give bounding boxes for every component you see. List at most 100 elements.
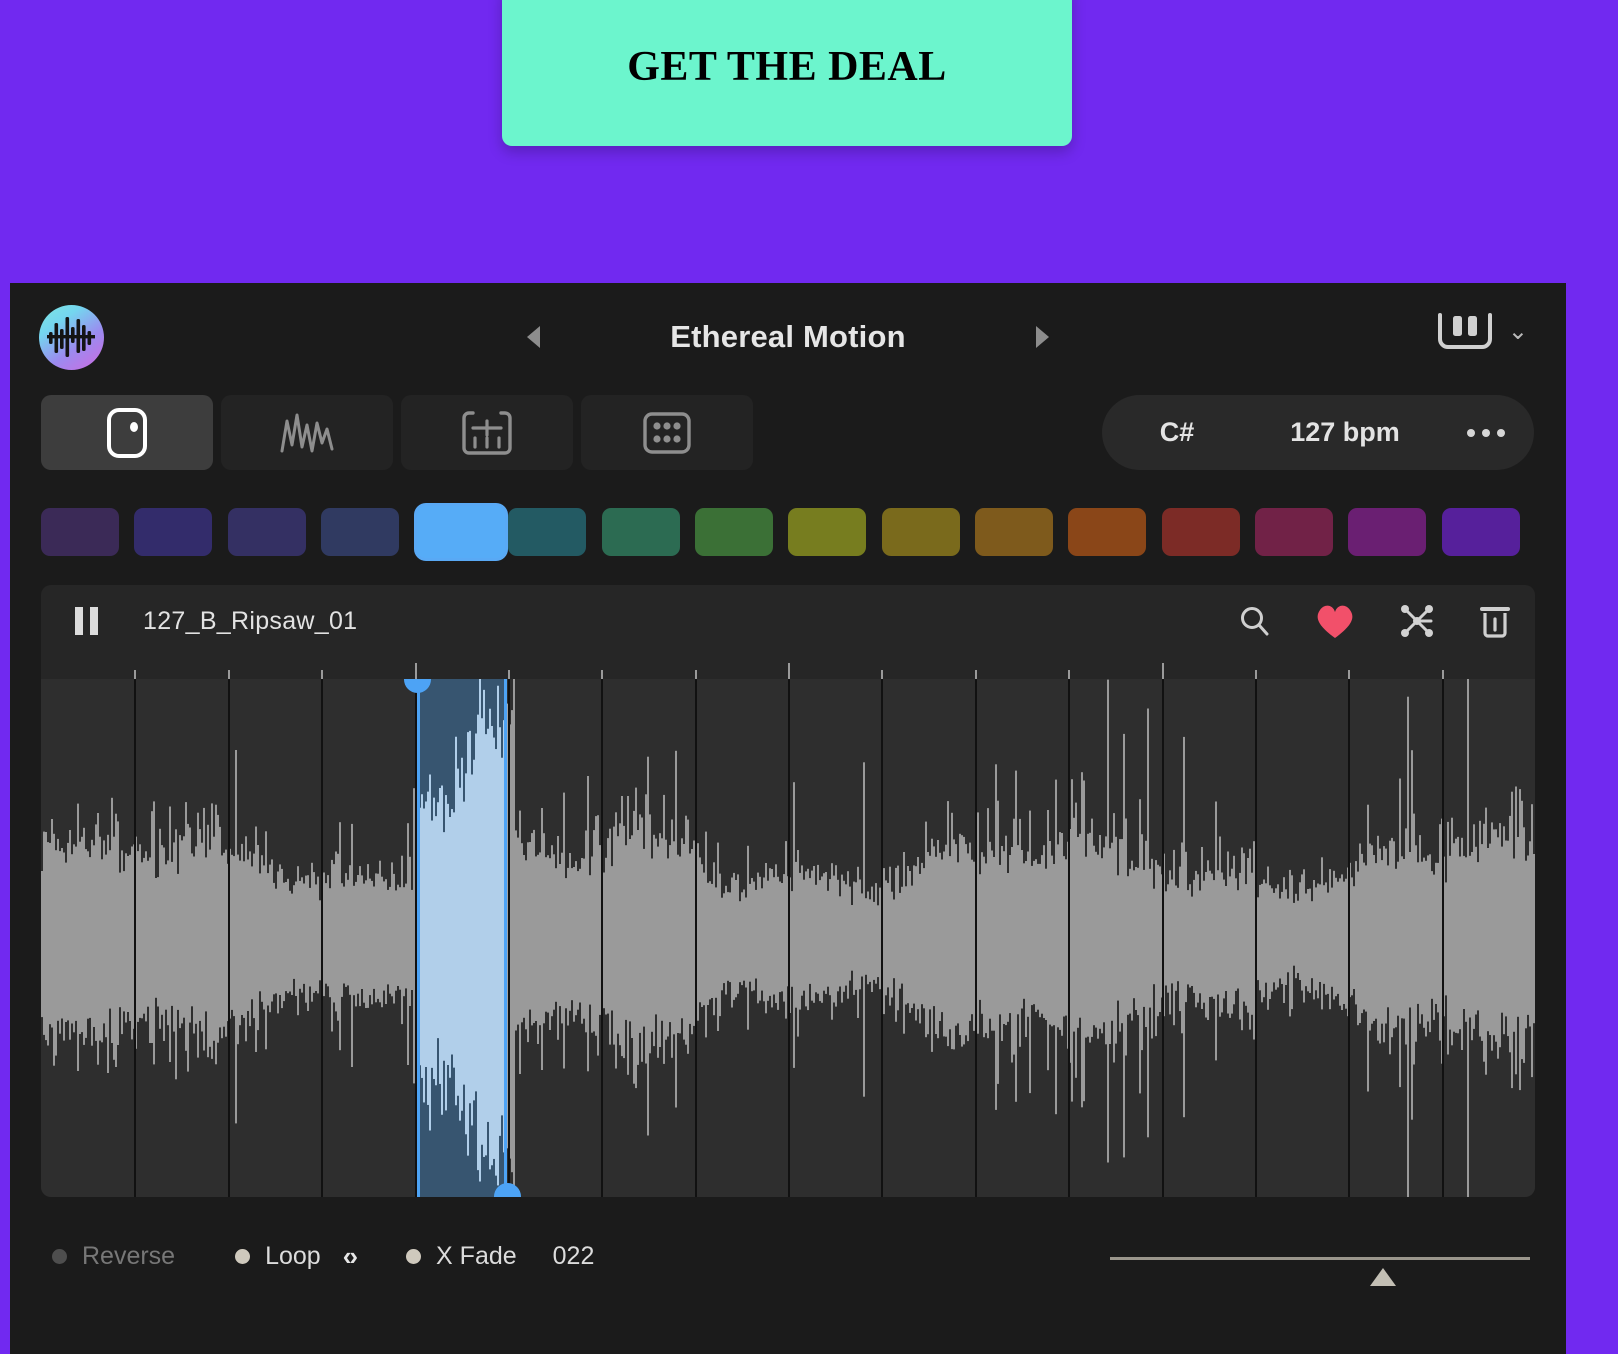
swatch-slot-14[interactable]: [1348, 503, 1441, 561]
dot-1: [1467, 428, 1475, 437]
ruler-tick-11: [1068, 670, 1071, 679]
get-the-deal-button[interactable]: GET THE DEAL: [502, 0, 1072, 146]
search-icon[interactable]: [1237, 603, 1273, 639]
pad-swatch-10[interactable]: [974, 508, 1053, 556]
pad-swatch-1[interactable]: [134, 508, 213, 556]
swatch-slot-13[interactable]: [1254, 503, 1348, 561]
pad-swatch-4[interactable]: [414, 503, 509, 561]
preset-navigator: Ethereal Motion: [10, 305, 1566, 369]
more-options-button[interactable]: [1438, 428, 1534, 437]
tab-mixer[interactable]: [401, 395, 573, 470]
reverse-status-dot: [52, 1249, 67, 1264]
pad-swatch-8[interactable]: [788, 508, 867, 556]
grid-line-12: [1161, 679, 1164, 1197]
grid-line-6: [601, 679, 604, 1197]
ruler-tick-8: [788, 663, 790, 679]
pause-icon[interactable]: [75, 607, 101, 635]
ruler-tick-13: [1254, 670, 1257, 679]
pad-swatch-12[interactable]: [1161, 508, 1240, 556]
x-fade-value[interactable]: 022: [553, 1242, 595, 1271]
sampler-app-window: Ethereal Motion ⌄ C# 127 bpm 127_B_Ripsa…: [10, 283, 1566, 1354]
pad-swatch-9[interactable]: [881, 508, 960, 556]
key-value[interactable]: C#: [1102, 417, 1252, 448]
x-fade-status-dot: [406, 1249, 422, 1264]
swatch-slot-8[interactable]: [788, 503, 881, 561]
dot-2: [1482, 428, 1490, 437]
pad-swatch-13[interactable]: [1254, 508, 1333, 556]
pause-bar-left: [75, 607, 83, 635]
pad-swatch-11[interactable]: [1068, 508, 1147, 556]
sample-toggles: Reverse Loop ‹› X Fade 022: [52, 1241, 594, 1272]
grid-line-13: [1254, 679, 1257, 1197]
keyboard-view-button[interactable]: ⌄: [1436, 311, 1528, 353]
ruler-tick-12: [1161, 663, 1164, 679]
reverse-label: Reverse: [82, 1242, 176, 1270]
swatch-slot-2[interactable]: [227, 503, 321, 561]
swatch-slot-0[interactable]: [41, 503, 134, 561]
shuffle-nodes-icon[interactable]: [1397, 601, 1437, 641]
zoom-slider-marker[interactable]: [1370, 1268, 1396, 1286]
swatch-slot-9[interactable]: [881, 503, 975, 561]
next-preset-button[interactable]: [1026, 317, 1060, 357]
grid-line-7: [694, 679, 697, 1197]
grid-line-3: [321, 679, 324, 1197]
pause-bar-right: [90, 607, 98, 635]
swatch-slot-11[interactable]: [1068, 503, 1161, 561]
grid-line-2: [227, 679, 230, 1197]
ruler-tick-3: [321, 670, 324, 679]
mixer-faders-icon: [462, 410, 512, 455]
pad-swatch-5[interactable]: [508, 508, 587, 556]
swatch-slot-10[interactable]: [974, 503, 1068, 561]
pad-swatch-7[interactable]: [694, 508, 773, 556]
waveform-display[interactable]: [41, 679, 1535, 1197]
reverse-toggle[interactable]: Reverse: [52, 1242, 175, 1271]
key-bpm-pill[interactable]: C# 127 bpm: [1102, 395, 1534, 470]
zoom-slider-track[interactable]: [1110, 1257, 1530, 1260]
promo-banner: GET THE DEAL: [0, 0, 1618, 283]
tab-waveform[interactable]: [221, 395, 393, 470]
swatch-slot-5[interactable]: [508, 503, 601, 561]
swatch-slot-6[interactable]: [601, 503, 695, 561]
ruler-tick-15: [1441, 670, 1444, 679]
chevron-right-icon: [1036, 326, 1050, 348]
ruler-tick-10: [974, 670, 977, 679]
trash-icon[interactable]: [1477, 601, 1513, 641]
prev-preset-button[interactable]: [516, 317, 550, 357]
sample-editor-panel: 127_B_Ripsaw_01: [41, 585, 1535, 1197]
swatch-slot-7[interactable]: [694, 503, 788, 561]
loop-toggle[interactable]: Loop: [235, 1242, 321, 1271]
pad-swatch-14[interactable]: [1348, 508, 1427, 556]
heart-icon[interactable]: [1313, 601, 1357, 641]
swatch-slot-12[interactable]: [1161, 503, 1255, 561]
grid-line-5: [507, 679, 510, 1197]
tab-pad-grid[interactable]: [581, 395, 753, 470]
piano-keys-icon: [1437, 313, 1492, 349]
x-fade-toggle[interactable]: X Fade: [406, 1242, 517, 1271]
app-top-bar: Ethereal Motion ⌄: [10, 283, 1566, 393]
ruler-tick-7: [694, 670, 697, 679]
grid-line-10: [974, 679, 977, 1197]
bpm-value[interactable]: 127 bpm: [1252, 417, 1438, 448]
pad-swatch-3[interactable]: [320, 508, 399, 556]
swatch-slot-1[interactable]: [134, 503, 227, 561]
waveform-icon: [280, 413, 334, 452]
grid-line-15: [1441, 679, 1444, 1197]
grid-line-8: [788, 679, 790, 1197]
timeline-ruler[interactable]: [41, 657, 1535, 679]
tab-sample-pad[interactable]: [41, 395, 213, 470]
swatch-slot-3[interactable]: [320, 503, 414, 561]
swatch-slot-4[interactable]: [414, 503, 509, 561]
pad-swatch-0[interactable]: [41, 508, 119, 556]
grid-line-11: [1068, 679, 1071, 1197]
pad-swatch-2[interactable]: [227, 508, 306, 556]
preset-title: Ethereal Motion: [670, 319, 906, 354]
pad-swatch-6[interactable]: [601, 508, 680, 556]
ruler-tick-2: [227, 670, 230, 679]
ruler-tick-14: [1348, 670, 1351, 679]
swatch-slot-15[interactable]: [1441, 503, 1535, 561]
loop-direction-button[interactable]: ‹›: [343, 1241, 358, 1272]
grid-line-4: [414, 679, 417, 1197]
dot-3: [1497, 428, 1505, 437]
pad-swatch-15[interactable]: [1441, 508, 1520, 556]
grid-line-9: [881, 679, 884, 1197]
